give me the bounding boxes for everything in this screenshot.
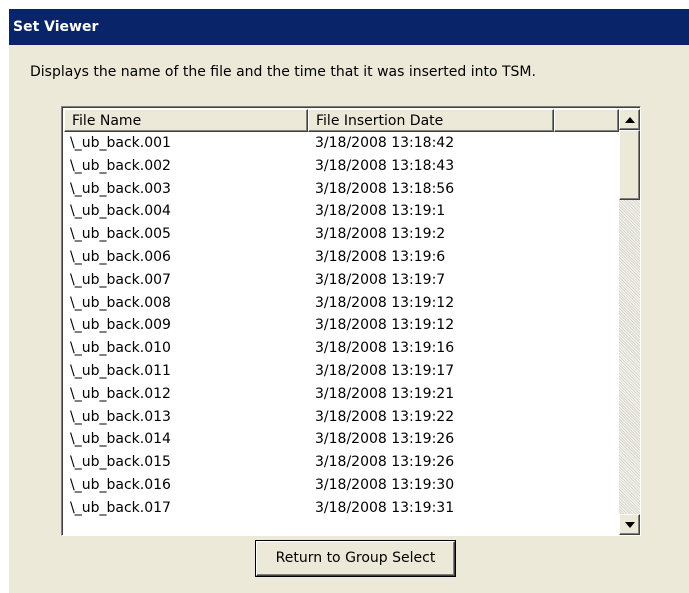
scroll-up-button[interactable] <box>619 109 640 130</box>
file-name-cell: \_ub_back.005 <box>70 226 171 243</box>
file-insertion-date-cell: 3/18/2008 13:19:6 <box>315 248 446 265</box>
file-insertion-date-cell: 3/18/2008 13:19:1 <box>315 203 446 220</box>
file-name-cell: \_ub_back.013 <box>70 408 171 425</box>
file-insertion-date-cell: 3/18/2008 13:19:26 <box>315 431 455 448</box>
list-item[interactable]: \_ub_back.006 3/18/2008 13:19:6 <box>64 246 619 269</box>
file-insertion-date-cell: 3/18/2008 13:19:31 <box>315 499 455 516</box>
file-name-cell: \_ub_back.004 <box>70 203 171 220</box>
file-name-cell: \_ub_back.010 <box>70 340 171 357</box>
list-item[interactable]: \_ub_back.013 3/18/2008 13:19:22 <box>64 406 619 429</box>
set-viewer-window: Set Viewer Displays the name of the file… <box>9 9 689 593</box>
list-item[interactable]: \_ub_back.003 3/18/2008 13:18:56 <box>64 178 619 201</box>
file-name-cell: \_ub_back.007 <box>70 271 171 288</box>
list-header: File Name File Insertion Date <box>64 109 619 132</box>
list-item[interactable]: \_ub_back.009 3/18/2008 13:19:12 <box>64 314 619 337</box>
list-item[interactable]: \_ub_back.005 3/18/2008 13:19:2 <box>64 223 619 246</box>
list-item[interactable]: \_ub_back.008 3/18/2008 13:19:12 <box>64 292 619 315</box>
list-item[interactable]: \_ub_back.002 3/18/2008 13:18:43 <box>64 155 619 178</box>
list-item[interactable]: \_ub_back.001 3/18/2008 13:18:42 <box>64 132 619 155</box>
list-item[interactable]: \_ub_back.015 3/18/2008 13:19:26 <box>64 451 619 474</box>
file-insertion-date-cell: 3/18/2008 13:19:22 <box>315 408 455 425</box>
list-item[interactable]: \_ub_back.004 3/18/2008 13:19:1 <box>64 200 619 223</box>
list-item[interactable]: \_ub_back.017 3/18/2008 13:19:31 <box>64 497 619 520</box>
file-name-cell: \_ub_back.015 <box>70 454 171 471</box>
file-insertion-date-cell: 3/18/2008 13:19:17 <box>315 362 455 379</box>
column-header-file-insertion-date[interactable]: File Insertion Date <box>308 109 554 132</box>
scroll-up-arrow-icon <box>624 116 635 123</box>
list-item[interactable]: \_ub_back.012 3/18/2008 13:19:21 <box>64 383 619 406</box>
scroll-down-arrow-icon <box>624 521 635 528</box>
list-item[interactable]: \_ub_back.014 3/18/2008 13:19:26 <box>64 428 619 451</box>
file-name-cell: \_ub_back.014 <box>70 431 171 448</box>
list-item[interactable]: \_ub_back.007 3/18/2008 13:19:7 <box>64 269 619 292</box>
file-insertion-date-cell: 3/18/2008 13:19:7 <box>315 271 446 288</box>
file-insertion-date-cell: 3/18/2008 13:19:26 <box>315 454 455 471</box>
file-insertion-date-cell: 3/18/2008 13:19:16 <box>315 340 455 357</box>
file-list[interactable]: File Name File Insertion Date \_ub_back.… <box>61 106 641 536</box>
file-name-cell: \_ub_back.011 <box>70 362 171 379</box>
window-title: Set Viewer <box>9 9 689 45</box>
file-name-cell: \_ub_back.001 <box>70 135 171 151</box>
list-item[interactable]: \_ub_back.011 3/18/2008 13:19:17 <box>64 360 619 383</box>
file-name-cell: \_ub_back.008 <box>70 294 171 311</box>
file-insertion-date-cell: 3/18/2008 13:19:12 <box>315 294 455 311</box>
file-name-cell: \_ub_back.016 <box>70 476 171 493</box>
file-insertion-date-cell: 3/18/2008 13:18:42 <box>315 135 455 151</box>
vertical-scrollbar[interactable] <box>619 109 640 535</box>
scroll-down-button[interactable] <box>619 514 640 535</box>
file-insertion-date-cell: 3/18/2008 13:19:2 <box>315 226 446 243</box>
file-insertion-date-cell: 3/18/2008 13:19:12 <box>315 317 455 334</box>
file-name-cell: \_ub_back.009 <box>70 317 171 334</box>
list-item[interactable]: \_ub_back.016 3/18/2008 13:19:30 <box>64 474 619 497</box>
file-insertion-date-cell: 3/18/2008 13:19:21 <box>315 385 455 402</box>
file-name-cell: \_ub_back.002 <box>70 157 171 174</box>
file-name-cell: \_ub_back.012 <box>70 385 171 402</box>
return-to-group-select-button[interactable]: Return to Group Select <box>256 541 455 576</box>
file-insertion-date-cell: 3/18/2008 13:19:30 <box>315 476 455 493</box>
file-insertion-date-cell: 3/18/2008 13:18:56 <box>315 180 455 197</box>
scroll-thumb[interactable] <box>619 130 640 200</box>
file-name-cell: \_ub_back.017 <box>70 499 171 516</box>
list-rows: \_ub_back.001 3/18/2008 13:18:42 \_ub_back… <box>64 132 619 534</box>
column-header-file-name[interactable]: File Name <box>64 109 308 132</box>
file-name-cell: \_ub_back.003 <box>70 180 171 197</box>
column-header-blank[interactable] <box>554 109 619 132</box>
description-text: Displays the name of the file and the ti… <box>30 64 536 80</box>
file-insertion-date-cell: 3/18/2008 13:18:43 <box>315 157 455 174</box>
list-item[interactable]: \_ub_back.010 3/18/2008 13:19:16 <box>64 337 619 360</box>
file-name-cell: \_ub_back.006 <box>70 248 171 265</box>
